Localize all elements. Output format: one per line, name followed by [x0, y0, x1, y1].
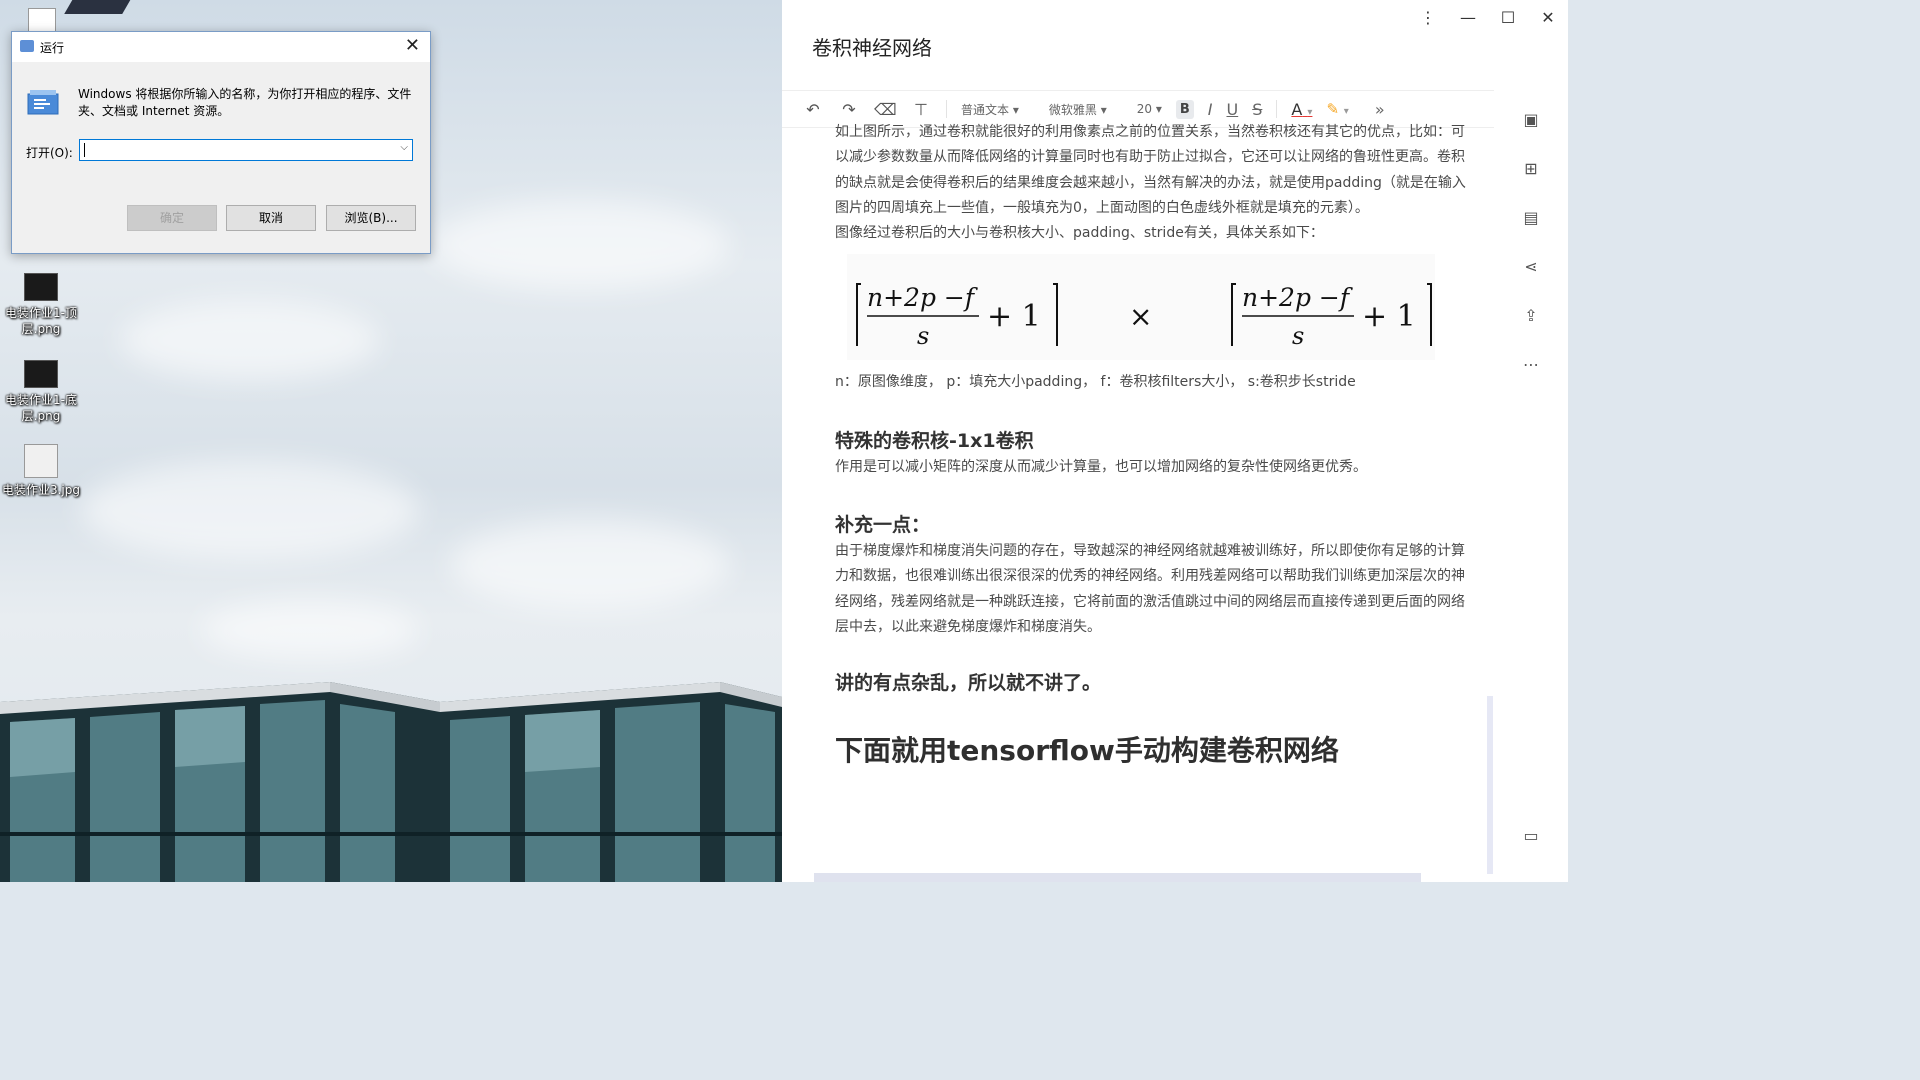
share-icon[interactable]: ⋖ [1520, 257, 1542, 279]
highlight-icon[interactable]: ✎ ▾ [1326, 100, 1348, 118]
close-icon[interactable]: ✕ [405, 37, 420, 55]
paragraph: 图像经过卷积后的大小与卷积核大小、padding、stride有关，具体关系如下… [835, 225, 1324, 242]
toolbar-divider [1276, 100, 1278, 118]
heading-supplement: 补充一点： [835, 514, 931, 537]
export-icon[interactable]: ⇪ [1520, 306, 1542, 328]
editor-window: 卷积神经网络 ⋮ — ☐ ✕ ↶ ↷ ⌫ ⊤ 普通文本 ▾ 微软雅黑 ▾ 20 … [782, 0, 1568, 882]
formula-plus-one-right: + 1 [1362, 299, 1416, 334]
open-input[interactable]: ⌵ [79, 139, 413, 161]
italic-button[interactable]: I [1208, 100, 1213, 119]
right-sidebar: ▣ ⊞ ▤ ⋖ ⇪ ⋯ ▭ [1492, 96, 1568, 882]
desktop-icon-file-2[interactable]: 电装作业1-底层.png [1, 360, 81, 424]
font-size-select[interactable]: 20 ▾ [1137, 102, 1162, 116]
building-image [0, 682, 782, 882]
eraser-icon[interactable]: ⌫ [874, 100, 897, 119]
run-app-icon [20, 40, 34, 52]
text-caret [84, 142, 85, 157]
paragraph-style-value: 普通文本 [961, 102, 1010, 117]
formula-plus-one-left: + 1 [987, 299, 1041, 334]
font-size-value: 20 [1136, 102, 1152, 116]
ok-button[interactable]: 确定 [127, 205, 217, 231]
formula-legend: n：原图像维度， p：填充大小padding， f：卷积核filters大小， … [835, 374, 1356, 391]
run-program-icon [27, 90, 59, 115]
more-icon[interactable]: ⋯ [1520, 355, 1542, 377]
run-description: Windows 将根据你所输入的名称，为你打开相应的程序、文件夹、文档或 Int… [78, 87, 412, 118]
strikethrough-button[interactable]: S [1252, 100, 1262, 119]
formula-times: × [1129, 300, 1152, 333]
outline-icon[interactable]: ▤ [1520, 208, 1542, 230]
run-footer: 确定 取消 浏览(B)... [12, 191, 430, 253]
image-file-icon [24, 273, 58, 301]
formula-numerator-left: n+2p −f [867, 283, 978, 312]
font-color-button[interactable]: A ▾ [1291, 100, 1312, 119]
redo-icon[interactable]: ↷ [838, 100, 860, 119]
heading-messy: 讲的有点杂乱，所以就不讲了。 [835, 672, 1102, 695]
insert-icon[interactable]: ⊞ [1520, 159, 1542, 181]
run-dialog: 运行 ✕ Windows 将根据你所输入的名称，为你打开相应的程序、文件夹、文档… [11, 31, 431, 254]
underline-button[interactable]: U [1226, 100, 1238, 119]
minimize-icon[interactable]: — [1448, 8, 1488, 32]
heading-special-kernel: 特殊的卷积核-1x1卷积 [835, 429, 1034, 452]
text-style-icon[interactable]: ▣ [1520, 110, 1542, 132]
toolbar-divider [946, 100, 947, 118]
more-tools-button[interactable]: » [1375, 100, 1385, 119]
document-title[interactable]: 卷积神经网络 [812, 32, 932, 61]
desktop-icon-file-1[interactable]: 电装作业1-顶层.png [1, 273, 81, 337]
formula-numerator-right: n+2p −f [1242, 283, 1353, 312]
font-family-select[interactable]: 微软雅黑 ▾ [1049, 101, 1107, 118]
open-label: 打开(O): [26, 146, 73, 160]
close-icon[interactable]: ✕ [1528, 8, 1568, 32]
image-file-icon [24, 360, 58, 388]
document-body[interactable]: 如上图所示，通过卷积就能很好的利用像素点之前的位置关系，当然卷积核还有其它的优点… [835, 124, 1475, 769]
chevron-down-icon[interactable]: ⌵ [400, 142, 408, 153]
paragraph: 如上图所示，通过卷积就能很好的利用像素点之前的位置关系，当然卷积核还有其它的优点… [835, 124, 1466, 216]
formula-image[interactable]: n+2p −f s + 1 × n+2p −f s + 1 [847, 254, 1435, 361]
desktop-icon-label: 电装作业1-顶层.png [5, 306, 77, 336]
run-title: 运行 [40, 41, 65, 55]
undo-icon[interactable]: ↶ [802, 100, 824, 119]
heading-tensorflow: 下面就用tensorflow手动构建卷积网络 [835, 734, 1339, 768]
window-controls: ⋮ — ☐ ✕ [1408, 8, 1568, 32]
paragraph: 作用是可以减小矩阵的深度从而减少计算量，也可以增加网络的复杂性使网络更优秀。 [835, 458, 1367, 475]
formula-denominator-left: s [917, 322, 929, 350]
font-family-value: 微软雅黑 [1048, 102, 1097, 117]
paragraph: 由于梯度爆炸和梯度消失问题的存在，导致越深的神经网络就越难被训练好，所以即使你有… [835, 543, 1465, 635]
maximize-icon[interactable]: ☐ [1488, 8, 1528, 32]
run-titlebar[interactable]: 运行 ✕ [12, 32, 430, 62]
desktop-icon-label: 电装作业1-底层.png [5, 393, 77, 423]
formula-svg: n+2p −f s + 1 × n+2p −f s + 1 [856, 283, 1432, 350]
background-dark-shape [64, 0, 134, 14]
more-options-icon[interactable]: ⋮ [1408, 8, 1448, 32]
image-file-icon [24, 444, 58, 478]
desktop-icon-file-3[interactable]: 电装作业3.jpg [1, 444, 81, 498]
browse-button[interactable]: 浏览(B)... [326, 205, 416, 231]
format-painter-icon[interactable]: ⊤ [910, 100, 932, 119]
paragraph-style-select[interactable]: 普通文本 ▾ [961, 101, 1019, 118]
font-color-label: A [1291, 99, 1303, 119]
desktop-icon-label: 电装作业3.jpg [1, 483, 81, 497]
bold-button[interactable]: B [1175, 99, 1194, 119]
fullscreen-icon[interactable]: ▭ [1520, 826, 1542, 848]
formula-denominator-right: s [1292, 322, 1304, 350]
horizontal-scrollbar[interactable] [814, 873, 1421, 882]
vertical-scrollbar[interactable] [1487, 696, 1493, 874]
cancel-button[interactable]: 取消 [226, 205, 316, 231]
